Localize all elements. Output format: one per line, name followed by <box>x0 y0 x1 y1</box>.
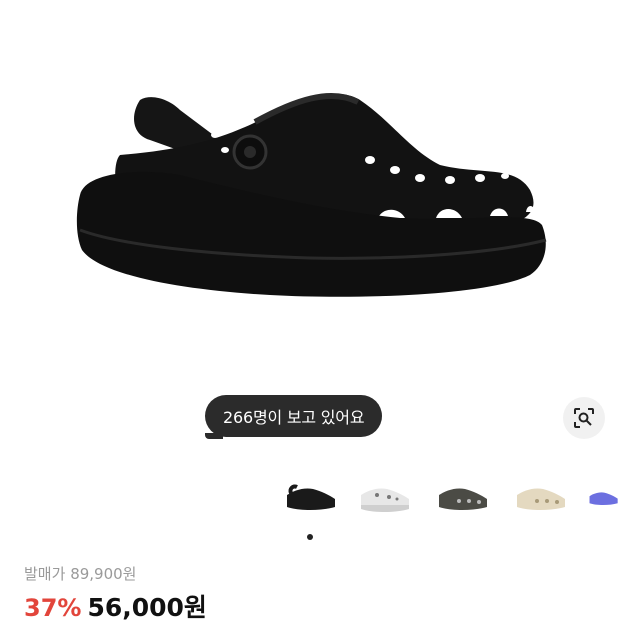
viewers-text: 266명이 보고 있어요 <box>223 408 365 427</box>
sale-price: 56,000원 <box>87 593 207 622</box>
color-option-purple[interactable] <box>586 472 620 524</box>
discount-rate: 37% <box>24 594 82 622</box>
clog-thumb-bone <box>517 488 565 510</box>
clog-thumb-purple <box>589 492 618 506</box>
clog-thumb-darkgrey <box>439 488 487 510</box>
color-option-black[interactable] <box>278 472 342 524</box>
clog-illustration <box>76 93 547 297</box>
clog-thumb-black <box>287 484 335 510</box>
viewers-badge: 266명이 보고 있어요 <box>205 395 383 439</box>
color-options <box>0 472 620 524</box>
sale-price-row: 37% 56,000원 <box>24 588 207 624</box>
carousel-indicator-dot <box>307 534 313 540</box>
original-price-label: 발매가 <box>24 565 66 583</box>
original-price-row: 발매가 89,900원 <box>24 563 136 584</box>
color-option-bone[interactable] <box>508 472 572 524</box>
color-option-white-print[interactable] <box>352 472 416 524</box>
lens-search-button[interactable] <box>563 397 605 439</box>
original-price: 89,900원 <box>70 565 137 583</box>
color-option-dark-grey[interactable] <box>430 472 494 524</box>
lens-search-icon <box>574 408 594 428</box>
clog-thumb-white <box>361 488 409 512</box>
